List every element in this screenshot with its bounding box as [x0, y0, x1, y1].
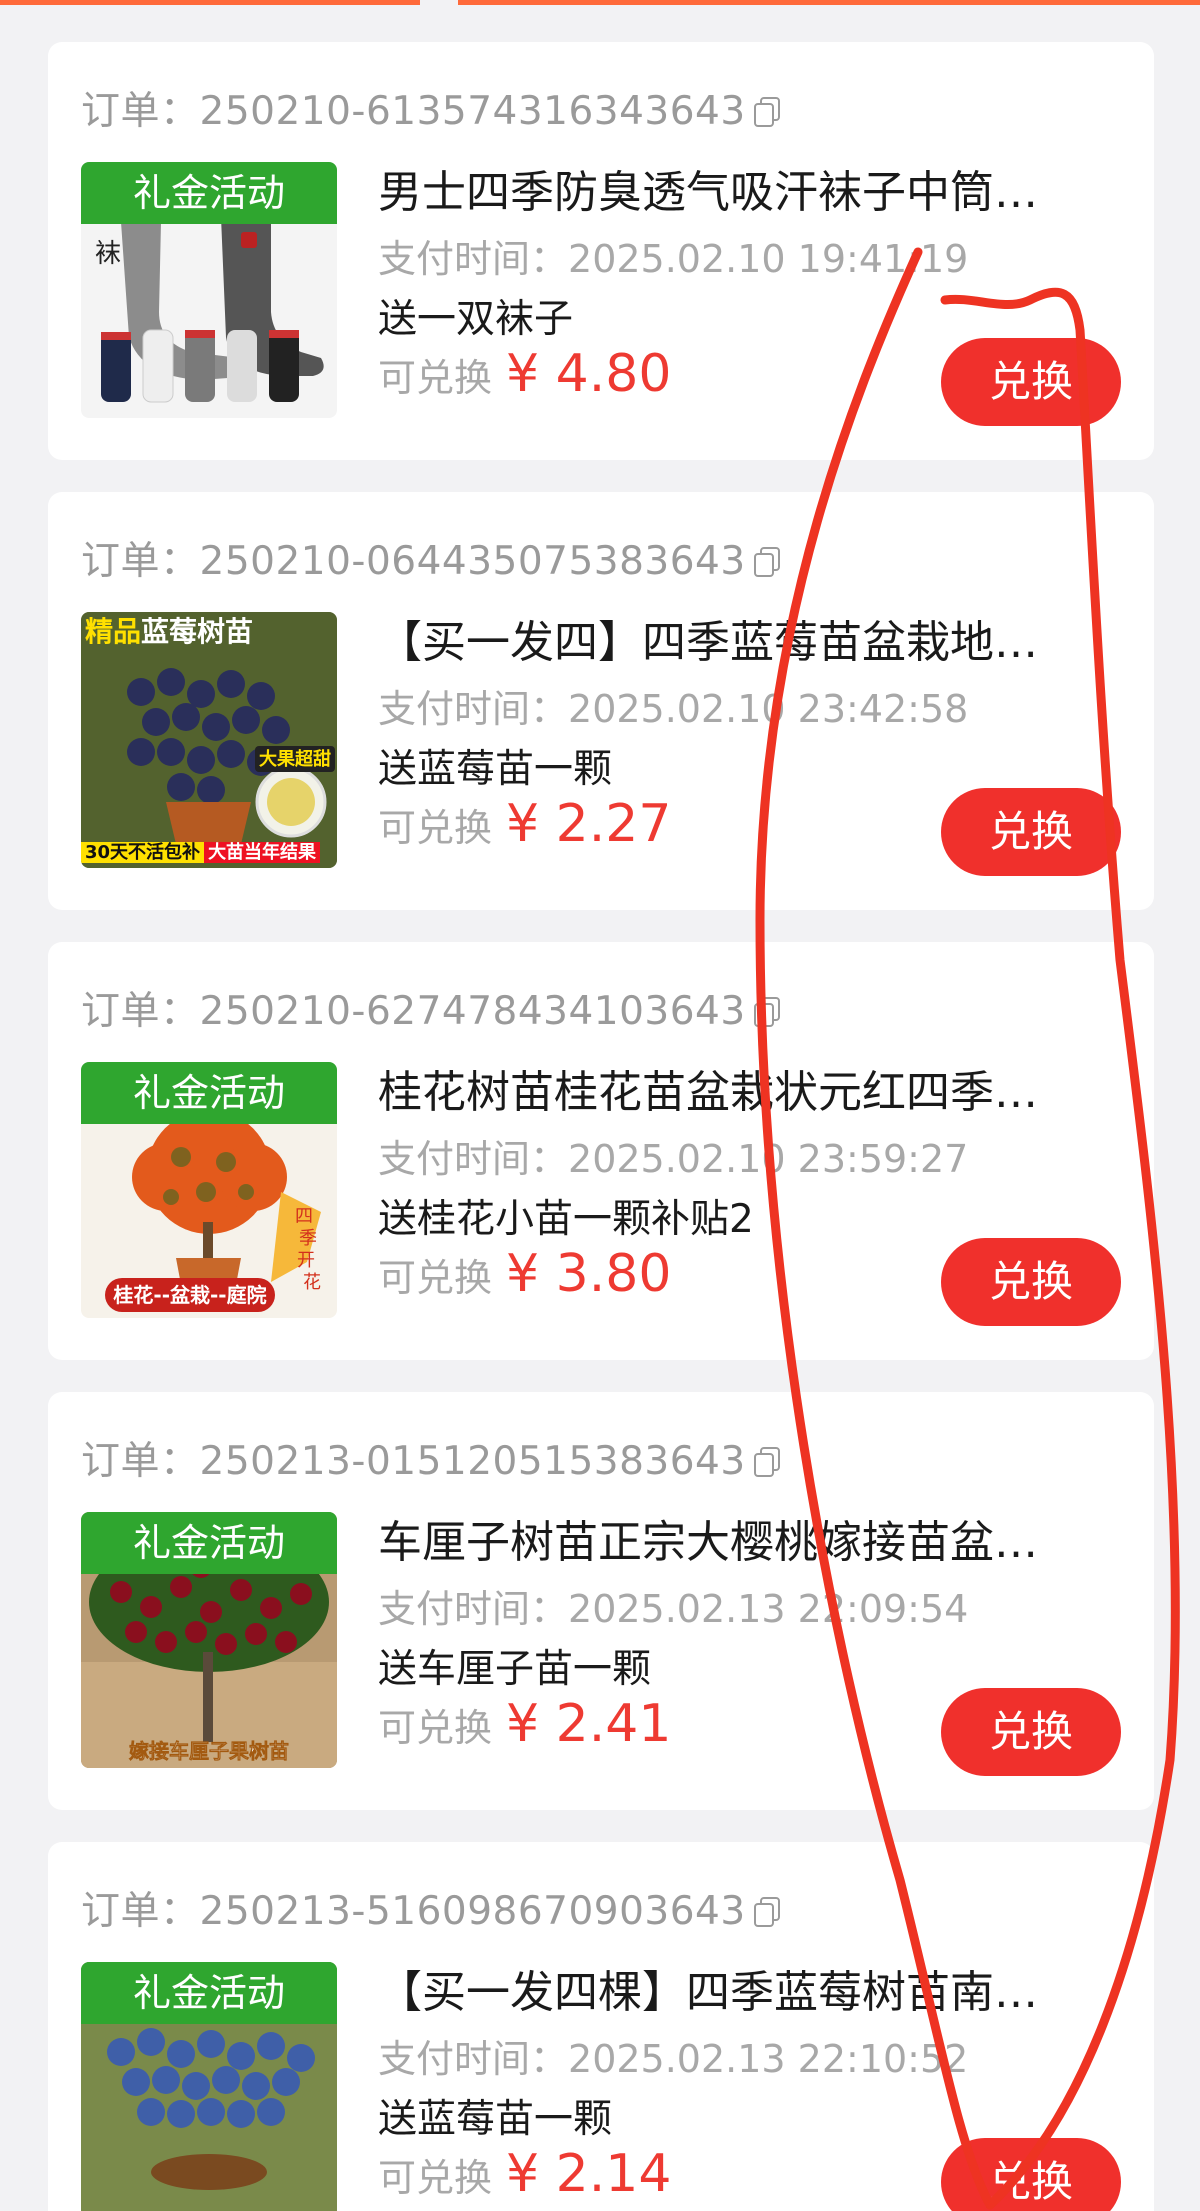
order-card-5: 订单：250213-516098670903643 礼金活动 【买一发四棵】四季… [48, 1842, 1154, 2211]
copy-icon[interactable] [753, 1897, 780, 1927]
order-number: 订单：250210-613574316343643 [81, 80, 780, 136]
price-value: ¥ 2.27 [506, 794, 672, 854]
product-thumbnail-cherry[interactable]: 嫁接车厘子果树苗 礼金活动 [81, 1512, 337, 1768]
copy-icon[interactable] [753, 547, 780, 577]
svg-text:大果超甜: 大果超甜 [259, 748, 331, 770]
price-row: 可兑换 ¥ 2.27 [378, 794, 671, 854]
exchange-button[interactable]: 兑换 [941, 2138, 1121, 2211]
product-thumbnail-socks[interactable]: 袜 礼金活动 [81, 162, 337, 418]
exchange-button[interactable]: 兑换 [941, 338, 1121, 426]
order-card-2: 订单：250210-064435075383643 大果超甜 精品蓝莓树苗 30… [48, 492, 1154, 910]
price-label: 可兑换 [378, 1256, 493, 1300]
order-card-4: 订单：250213-015120515383643 嫁接车厘子果树苗 礼金活动 … [48, 1392, 1154, 1810]
product-title[interactable]: 【买一发四】四季蓝莓苗盆栽地… [378, 606, 1148, 670]
promo-badge: 礼金活动 [81, 162, 337, 224]
product-thumbnail-blueberry-pot[interactable]: 礼金活动 [81, 1962, 337, 2211]
svg-text:四: 四 [295, 1206, 313, 1227]
svg-text:嫁接车厘子果树苗: 嫁接车厘子果树苗 [129, 1739, 289, 1763]
svg-text:开: 开 [297, 1250, 315, 1271]
tab-indicator-right[interactable] [458, 0, 1200, 5]
price-row: 可兑换 ¥ 2.41 [378, 1694, 671, 1754]
price-value: ¥ 2.14 [506, 2144, 672, 2204]
exchange-button[interactable]: 兑换 [941, 1238, 1121, 1326]
svg-text:桂花--盆栽--庭院: 桂花--盆栽--庭院 [112, 1283, 266, 1307]
pay-time: 支付时间：2025.02.10 19:41:19 [378, 237, 969, 281]
promo-badge: 礼金活动 [81, 1062, 337, 1124]
svg-text:袜: 袜 [95, 239, 121, 269]
promo-badge: 精品蓝莓树苗 [85, 615, 254, 648]
thumb-bottom-tag: 30天不活包补 大苗当年结果 [81, 838, 321, 868]
price-value: ¥ 2.41 [506, 1694, 672, 1754]
svg-text:季: 季 [299, 1228, 317, 1249]
exchange-button[interactable]: 兑换 [941, 1688, 1121, 1776]
gift-description: 送蓝莓苗一颗 [378, 747, 613, 792]
price-label: 可兑换 [378, 356, 493, 400]
price-row: 可兑换 ¥ 3.80 [378, 1244, 671, 1304]
promo-badge: 礼金活动 [81, 1962, 337, 2024]
order-list-page: 订单：250210-613574316343643 袜 礼金活动 男士四季防臭透… [0, 0, 1200, 2211]
price-row: 可兑换 ¥ 2.14 [378, 2144, 671, 2204]
top-tab-bar [0, 0, 1200, 6]
product-title[interactable]: 【买一发四棵】四季蓝莓树苗南… [378, 1956, 1148, 2020]
product-title[interactable]: 桂花树苗桂花苗盆栽状元红四季… [378, 1056, 1148, 1120]
price-value: ¥ 4.80 [506, 344, 672, 404]
order-card-1: 订单：250210-613574316343643 袜 礼金活动 男士四季防臭透… [48, 42, 1154, 460]
gift-description: 送车厘子苗一颗 [378, 1647, 652, 1692]
price-label: 可兑换 [378, 2156, 493, 2200]
gift-description: 送一双袜子 [378, 297, 574, 342]
gift-description: 送蓝莓苗一颗 [378, 2097, 613, 2142]
order-number: 订单：250213-516098670903643 [81, 1880, 780, 1936]
tab-indicator-left[interactable] [0, 0, 420, 5]
copy-icon[interactable] [753, 997, 780, 1027]
pay-time: 支付时间：2025.02.13 22:09:54 [378, 1587, 969, 1631]
pay-time: 支付时间：2025.02.13 22:10:52 [378, 2037, 969, 2081]
price-label: 可兑换 [378, 1706, 493, 1750]
price-row: 可兑换 ¥ 4.80 [378, 344, 671, 404]
price-label: 可兑换 [378, 806, 493, 850]
copy-icon[interactable] [753, 1447, 780, 1477]
product-thumbnail-blueberry[interactable]: 大果超甜 精品蓝莓树苗 30天不活包补 大苗当年结果 [81, 612, 337, 868]
product-thumbnail-osmanthus[interactable]: 四 季 开 花 桂花--盆栽--庭院 礼金活动 [81, 1062, 337, 1318]
order-number: 订单：250213-015120515383643 [81, 1430, 780, 1486]
pay-time: 支付时间：2025.02.10 23:59:27 [378, 1137, 969, 1181]
promo-badge: 礼金活动 [81, 1512, 337, 1574]
svg-text:花: 花 [303, 1272, 321, 1293]
price-value: ¥ 3.80 [506, 1244, 672, 1304]
exchange-button[interactable]: 兑换 [941, 788, 1121, 876]
product-title[interactable]: 车厘子树苗正宗大樱桃嫁接苗盆… [378, 1506, 1148, 1570]
copy-icon[interactable] [753, 97, 780, 127]
pay-time: 支付时间：2025.02.10 23:42:58 [378, 687, 969, 731]
order-number: 订单：250210-064435075383643 [81, 530, 780, 586]
order-number: 订单：250210-627478434103643 [81, 980, 780, 1036]
order-card-3: 订单：250210-627478434103643 四 季 开 花 桂花--盆栽… [48, 942, 1154, 1360]
gift-description: 送桂花小苗一颗补贴2 [378, 1197, 754, 1242]
product-title[interactable]: 男士四季防臭透气吸汗袜子中筒… [378, 156, 1148, 220]
